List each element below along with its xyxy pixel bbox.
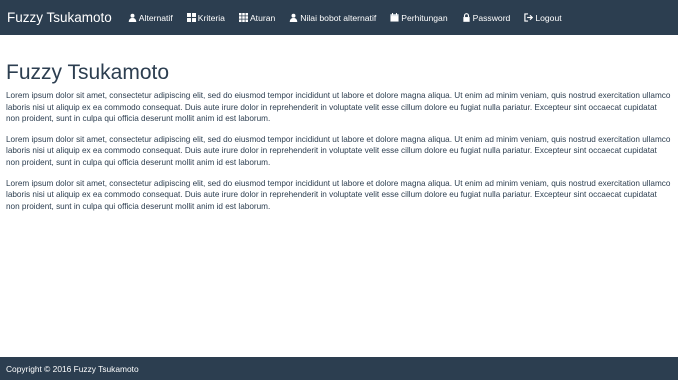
nav-item-kriteria[interactable]: Kriteria	[186, 12, 225, 23]
nav-item-perhitungan[interactable]: Perhitungan	[390, 12, 448, 23]
page-footer: Copyright © 2016 Fuzzy Tsukamoto	[0, 357, 678, 380]
body-paragraph: Lorem ipsum dolor sit amet, consectetur …	[6, 178, 671, 211]
grid-icon	[238, 13, 248, 22]
page-title: Fuzzy Tsukamoto	[6, 61, 170, 84]
nav-item-label: Nilai bobot alternatif	[300, 12, 377, 23]
grid-icon	[186, 13, 196, 22]
user-icon	[289, 13, 298, 22]
main-content: Fuzzy Tsukamoto Lorem ipsum dolor sit am…	[6, 60, 671, 221]
nav-item-label: Logout	[535, 12, 562, 23]
nav-item-nilai-bobot-alternatif[interactable]: Nilai bobot alternatif	[289, 13, 376, 23]
navbar-brand[interactable]: Fuzzy Tsukamoto	[7, 10, 112, 25]
nav-item-label: Alternatif	[138, 12, 173, 23]
nav-item-password[interactable]: Password	[462, 12, 511, 23]
top-navbar: Fuzzy Tsukamoto Alternatif Kriteria Atur…	[0, 0, 678, 35]
calendar-icon	[390, 13, 399, 22]
nav-menu: Alternatif Kriteria Aturan Nilai bobot a…	[128, 13, 576, 23]
copyright-text: Copyright © 2016 Fuzzy Tsukamoto	[6, 363, 139, 374]
nav-item-label: Password	[472, 12, 511, 23]
nav-item-logout[interactable]: Logout	[524, 12, 562, 23]
nav-item-aturan[interactable]: Aturan	[238, 12, 276, 23]
user-icon	[128, 13, 137, 22]
lock-icon	[462, 13, 471, 22]
nav-item-label: Perhitungan	[401, 12, 448, 23]
logout-icon	[524, 13, 534, 22]
nav-item-label: Aturan	[249, 12, 276, 23]
nav-item-alternatif[interactable]: Alternatif	[128, 13, 173, 23]
body-paragraph: Lorem ipsum dolor sit amet, consectetur …	[6, 91, 671, 124]
body-paragraph: Lorem ipsum dolor sit amet, consectetur …	[6, 134, 671, 167]
nav-item-label: Kriteria	[197, 12, 225, 23]
